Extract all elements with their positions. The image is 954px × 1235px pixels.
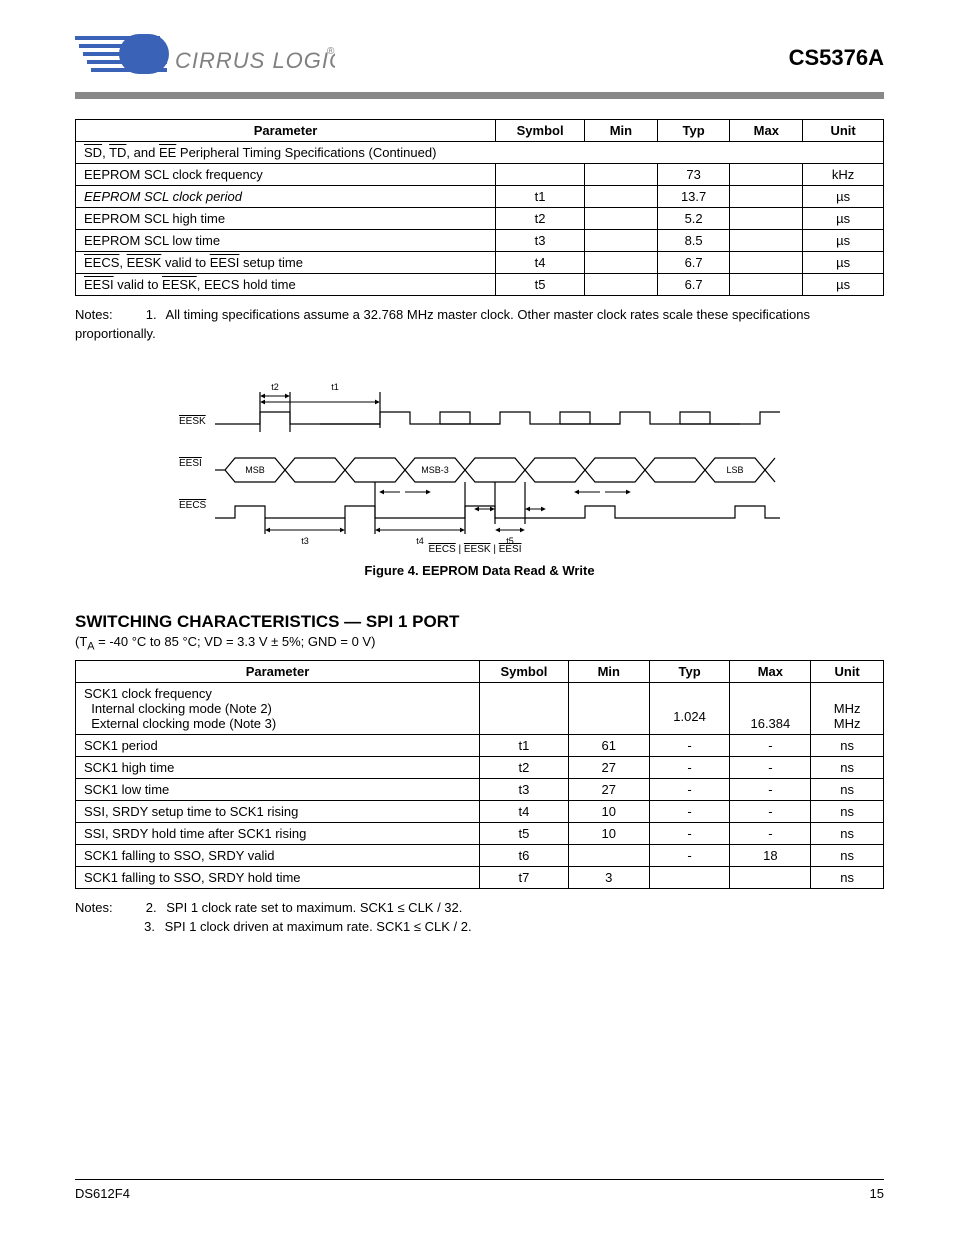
table-row: EEPROM SCL high time t2 5.2 µs (76, 208, 884, 230)
table-row: EESI valid to EESK, EECS hold time t5 6.… (76, 274, 884, 296)
page-footer: DS612F4 15 (75, 1179, 884, 1201)
footer-page-number: 15 (870, 1186, 884, 1201)
svg-text:EECS: EECS (179, 500, 207, 511)
table-row: SCK1 falling to SSO, SRDY validt6 - 18ns (76, 845, 884, 867)
th-symbol: Symbol (496, 120, 585, 142)
table1-subheader: SD, TD, and EE Peripheral Timing Specifi… (76, 142, 884, 164)
svg-text:MSB-3: MSB-3 (421, 465, 449, 475)
table-row: EEPROM SCL clock frequency 73 kHz (76, 164, 884, 186)
table-row: SSI, SRDY setup time to SCK1 risingt4 10… (76, 801, 884, 823)
th-parameter: Parameter (76, 120, 496, 142)
th-typ: Typ (657, 120, 730, 142)
table-row: SCK1 falling to SSO, SRDY hold timet7 3 … (76, 867, 884, 889)
table-row: SSI, SRDY hold time after SCK1 risingt5 … (76, 823, 884, 845)
th-max: Max (730, 120, 803, 142)
notes-block-1: Notes: 1. All timing specifications assu… (75, 306, 884, 344)
svg-text:MSB: MSB (245, 465, 265, 475)
svg-text:t1: t1 (331, 382, 339, 392)
cirrus-logic-logo-icon: CIRRUS LOGIC ® (75, 30, 335, 86)
th-unit: Unit (803, 120, 884, 142)
svg-text:LSB: LSB (726, 465, 743, 475)
svg-text:EESK: EESK (179, 416, 206, 427)
svg-text:®: ® (327, 46, 335, 57)
spi-port-table: Parameter Symbol Min Typ Max Unit SCK1 c… (75, 660, 884, 889)
product-code: CS5376A (789, 45, 884, 71)
svg-text:t3: t3 (301, 536, 309, 546)
table-row: SCK1 high timet2 27- -ns (76, 757, 884, 779)
peripheral-timing-table: Parameter Symbol Min Typ Max Unit SD, TD… (75, 119, 884, 296)
table-row: EECS, EESK valid to EESI setup time t4 6… (76, 252, 884, 274)
svg-text:t4: t4 (416, 536, 424, 546)
footer-doc-id: DS612F4 (75, 1186, 130, 1201)
table-row: SCK1 low timet3 27- -ns (76, 779, 884, 801)
brand-logo: CIRRUS LOGIC ® (75, 30, 335, 86)
th-min: Min (585, 120, 658, 142)
svg-text:EESI: EESI (179, 458, 202, 469)
figure-caption: Figure 4. EEPROM Data Read & Write (75, 563, 884, 578)
header-rule (75, 92, 884, 99)
section-2-heading: SWITCHING CHARACTERISTICS — SPI 1 PORT (… (75, 612, 884, 653)
brand-text: CIRRUS LOGIC (175, 48, 335, 73)
notes-block-2: Notes: 2. SPI 1 clock rate set to maximu… (75, 899, 884, 937)
table-row: EEPROM SCL clock period t1 13.7 µs (76, 186, 884, 208)
svg-text:t2: t2 (271, 382, 279, 392)
table-row: SCK1 periodt1 61- -ns (76, 735, 884, 757)
table-row: SCK1 clock frequency Internal clocking m… (76, 683, 884, 735)
timing-diagram: .l{stroke:#000;stroke-width:1.2;fill:non… (75, 374, 884, 578)
svg-text:EECS | EESK | EESI: EECS | EESK | EESI (428, 544, 521, 554)
table-row: EEPROM SCL low time t3 8.5 µs (76, 230, 884, 252)
